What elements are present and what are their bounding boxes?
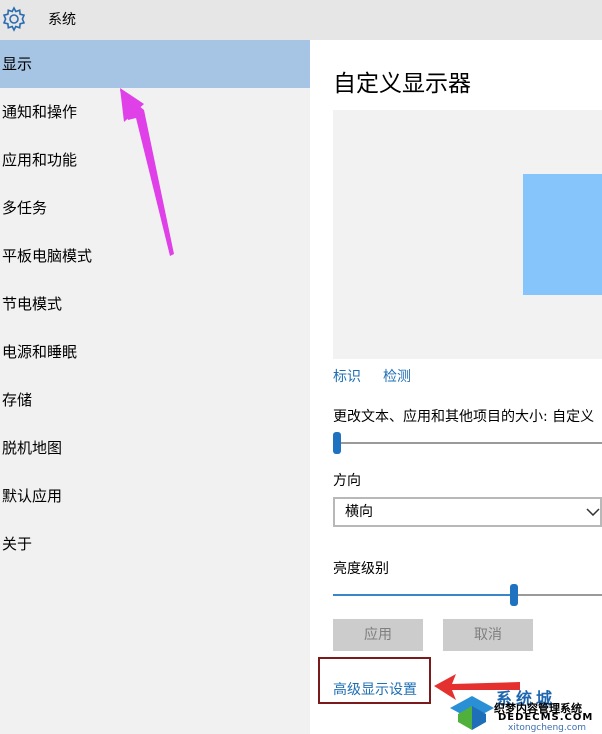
gear-icon <box>2 6 26 32</box>
sidebar-item-tablet-mode[interactable]: 平板电脑模式 <box>0 232 310 280</box>
page-title: 自定义显示器 <box>333 71 471 97</box>
main-panel: 自定义显示器 标识 检测 更改文本、应用和其他项目的大小: 自定义 方向 横向 … <box>310 40 602 734</box>
title-bar: 系统 <box>0 0 602 40</box>
advanced-display-settings-link[interactable]: 高级显示设置 <box>333 679 417 699</box>
apply-button[interactable]: 应用 <box>333 619 423 651</box>
sidebar-item-offline-maps[interactable]: 脱机地图 <box>0 424 310 472</box>
scale-label: 更改文本、应用和其他项目的大小: 自定义 <box>333 409 595 425</box>
sidebar-item-apps-features[interactable]: 应用和功能 <box>0 136 310 184</box>
chevron-down-icon <box>586 508 600 516</box>
sidebar-item-about[interactable]: 关于 <box>0 520 310 568</box>
sidebar-item-multitasking[interactable]: 多任务 <box>0 184 310 232</box>
scale-slider-track[interactable] <box>333 442 602 444</box>
monitor-tile[interactable] <box>523 174 602 295</box>
brightness-label: 亮度级别 <box>333 561 389 577</box>
sidebar-item-default-apps[interactable]: 默认应用 <box>0 472 310 520</box>
orientation-label: 方向 <box>333 473 361 489</box>
watermark-url: xitongcheng.com <box>508 723 586 733</box>
sidebar-item-display[interactable]: 显示 <box>0 40 310 88</box>
sidebar-item-notifications[interactable]: 通知和操作 <box>0 88 310 136</box>
orientation-dropdown[interactable]: 横向 <box>333 497 602 527</box>
sidebar-item-storage[interactable]: 存储 <box>0 376 310 424</box>
sidebar-item-battery-saver[interactable]: 节电模式 <box>0 280 310 328</box>
scale-slider-thumb[interactable] <box>333 432 341 454</box>
brightness-slider-thumb[interactable] <box>510 584 519 606</box>
sidebar: 显示 通知和操作 应用和功能 多任务 平板电脑模式 节电模式 电源和睡眠 存储 … <box>0 40 310 734</box>
cancel-button[interactable]: 取消 <box>443 619 533 651</box>
identify-link[interactable]: 标识 <box>333 366 361 386</box>
window-title: 系统 <box>48 12 76 28</box>
brightness-slider-fill <box>333 594 511 596</box>
detect-link[interactable]: 检测 <box>383 366 411 386</box>
display-arrangement-area <box>333 110 602 359</box>
orientation-value: 横向 <box>345 504 373 520</box>
sidebar-item-power-sleep[interactable]: 电源和睡眠 <box>0 328 310 376</box>
watermark-line3: DEDECMS.COM <box>498 712 594 723</box>
